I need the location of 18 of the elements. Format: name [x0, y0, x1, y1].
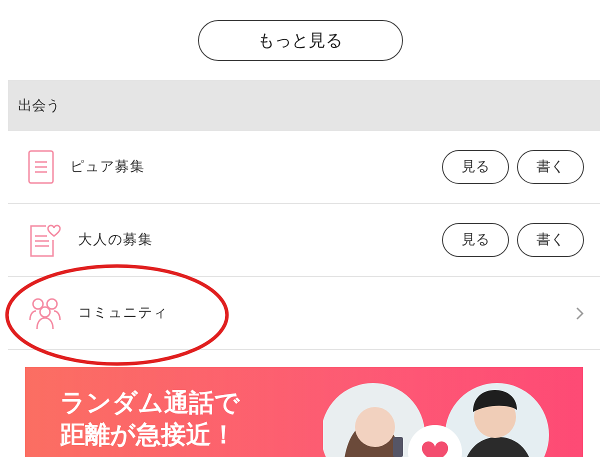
- menu-row[interactable]: 大人の募集 見る 書く: [8, 204, 600, 277]
- chevron-icon: [576, 306, 584, 320]
- document-heart-icon: [28, 223, 62, 257]
- write-button[interactable]: 書く: [517, 223, 584, 257]
- more-button[interactable]: もっと見る: [198, 20, 402, 61]
- banner-text: ランダム通話で: [60, 387, 240, 419]
- people-icon: [28, 296, 62, 330]
- menu-row[interactable]: ピュア募集 見る 書く: [8, 131, 600, 204]
- menu-row[interactable]: コミュニティ: [8, 277, 600, 350]
- section-title: 出会う: [18, 96, 60, 114]
- menu-label: 大人の募集: [78, 231, 154, 249]
- menu-label: コミュニティ: [78, 304, 169, 322]
- document-icon: [28, 150, 54, 184]
- view-button[interactable]: 見る: [442, 223, 509, 257]
- banner-text: 距離が急接近！: [60, 419, 237, 451]
- view-button[interactable]: 見る: [442, 150, 509, 184]
- write-button[interactable]: 書く: [517, 150, 584, 184]
- menu-label: ピュア募集: [70, 158, 146, 176]
